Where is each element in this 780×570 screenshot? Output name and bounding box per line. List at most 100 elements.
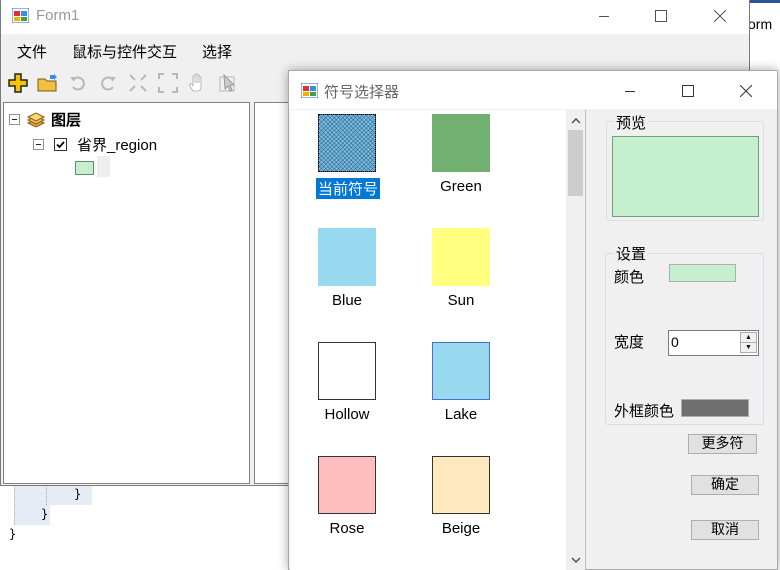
undo-icon — [70, 76, 85, 91]
pan-hand-icon — [189, 73, 202, 92]
symbol-item[interactable]: Blue — [292, 224, 402, 324]
dialog-title: 符号选择器 — [324, 84, 400, 101]
close-button[interactable] — [697, 0, 743, 32]
legend-swatch[interactable] — [75, 161, 94, 175]
symbol-swatch[interactable] — [318, 228, 376, 286]
minimize-icon — [625, 91, 635, 92]
redo-icon — [101, 76, 116, 91]
ok-button[interactable]: 确定 — [691, 475, 759, 495]
symbol-label[interactable]: Blue — [292, 292, 402, 309]
dialog-minimize-button[interactable] — [607, 73, 653, 109]
symbol-item[interactable]: Green — [406, 110, 516, 210]
preview-swatch — [612, 136, 759, 217]
maximize-button[interactable] — [638, 0, 684, 32]
minimize-button[interactable] — [581, 0, 627, 32]
symbol-label[interactable]: Lake — [406, 406, 516, 423]
cancel-button[interactable]: 取消 — [691, 520, 759, 540]
symbol-list-scrollbar[interactable] — [566, 110, 585, 570]
layer-label: 省界_region — [77, 137, 158, 154]
symbol-swatch[interactable] — [432, 114, 490, 172]
chevron-down-icon — [570, 557, 581, 563]
window-title: Form1 — [36, 7, 80, 24]
symbol-item[interactable]: Hollow — [292, 338, 402, 438]
collapse-toggle[interactable] — [9, 114, 20, 125]
identify-icon — [219, 73, 236, 92]
symbol-item[interactable]: Lake — [406, 338, 516, 438]
dialog-close-button[interactable] — [723, 73, 769, 109]
code-editor-background: } } } — [0, 480, 250, 570]
full-extent-button[interactable] — [157, 72, 179, 94]
check-icon — [56, 141, 65, 149]
maximize-icon — [655, 10, 667, 22]
indent-guide — [46, 485, 47, 505]
app-icon — [301, 83, 318, 98]
menu-file[interactable]: 文件 — [17, 41, 47, 62]
symbol-swatch[interactable] — [318, 456, 376, 514]
collapse-toggle[interactable] — [33, 139, 44, 150]
symbol-swatch[interactable] — [432, 456, 490, 514]
symbol-label[interactable]: Sun — [406, 292, 516, 309]
symbol-item[interactable]: Rose — [292, 452, 402, 552]
preview-group: 预览 — [606, 112, 764, 221]
minimize-icon — [599, 16, 609, 17]
symbol-swatch[interactable] — [318, 114, 376, 172]
table-of-contents[interactable]: 图层 省界_region — [3, 102, 250, 484]
zoom-in-fixed-button[interactable] — [127, 72, 149, 94]
app-icon — [12, 8, 29, 23]
scroll-down-button[interactable] — [566, 551, 585, 569]
open-folder-button[interactable] — [37, 72, 59, 94]
open-folder-icon — [37, 74, 57, 92]
outline-color-picker[interactable] — [681, 399, 749, 417]
menu-bar: 文件 鼠标与控件交互 选择 — [1, 36, 749, 64]
symbol-swatch[interactable] — [432, 342, 490, 400]
width-value[interactable]: 0 — [671, 334, 679, 350]
scroll-thumb[interactable] — [568, 130, 583, 196]
zoom-in-fixed-icon — [129, 74, 147, 92]
fill-color-picker[interactable] — [669, 264, 736, 282]
symbol-label[interactable]: Rose — [292, 520, 402, 537]
indent-guide — [14, 485, 15, 525]
legend-label-placeholder — [97, 156, 110, 177]
menu-select[interactable]: 选择 — [202, 41, 232, 62]
more-symbols-button[interactable]: 更多符 — [688, 434, 757, 454]
layer-visibility-checkbox[interactable] — [54, 138, 67, 151]
identify-button[interactable] — [217, 72, 239, 94]
pan-button[interactable] — [187, 72, 209, 94]
dialog-maximize-button[interactable] — [665, 73, 711, 109]
redo-button[interactable] — [97, 72, 119, 94]
scroll-up-button[interactable] — [566, 112, 585, 130]
outline-color-label: 外框颜色 — [614, 403, 675, 420]
width-decrement-button[interactable]: ▼ — [740, 342, 757, 353]
add-data-button[interactable] — [7, 72, 29, 94]
symbol-label[interactable]: Beige — [406, 520, 516, 537]
color-label: 颜色 — [614, 269, 645, 286]
code-line: } — [41, 507, 49, 521]
symbol-item[interactable]: Sun — [406, 224, 516, 324]
symbol-label[interactable]: 当前符号 — [316, 178, 380, 199]
symbol-label[interactable]: Green — [406, 178, 516, 195]
symbol-selector-dialog: 符号选择器 当前符号 Green Blue Sun Hollow Lake Rose Beig… — [288, 70, 778, 570]
chevron-up-icon — [570, 118, 581, 124]
title-bar[interactable]: Form1 — [1, 0, 749, 34]
layer-row[interactable]: 省界_region — [33, 134, 157, 155]
maximize-icon — [682, 85, 694, 97]
symbol-item[interactable]: 当前符号 — [292, 110, 402, 210]
tree-root-row[interactable]: 图层 — [9, 109, 81, 130]
symbol-swatch[interactable] — [432, 228, 490, 286]
dialog-title-bar[interactable]: 符号选择器 — [289, 71, 777, 109]
preview-group-label: 预览 — [614, 112, 649, 133]
width-stepper[interactable]: 0 ▲ ▼ — [668, 330, 759, 356]
background-window-title: orm — [748, 0, 780, 38]
close-icon — [714, 10, 726, 22]
symbol-list[interactable]: 当前符号 Green Blue Sun Hollow Lake Rose Beige — [290, 110, 586, 570]
layers-icon — [26, 111, 46, 128]
width-label: 宽度 — [614, 334, 645, 351]
menu-mouse-interaction[interactable]: 鼠标与控件交互 — [72, 41, 177, 62]
symbol-label[interactable]: Hollow — [292, 406, 402, 423]
add-data-icon — [8, 73, 28, 93]
symbol-swatch[interactable] — [318, 342, 376, 400]
symbol-item[interactable]: Beige — [406, 452, 516, 552]
code-line: } — [9, 527, 17, 541]
settings-group-label: 设置 — [614, 243, 649, 264]
undo-button[interactable] — [67, 72, 89, 94]
